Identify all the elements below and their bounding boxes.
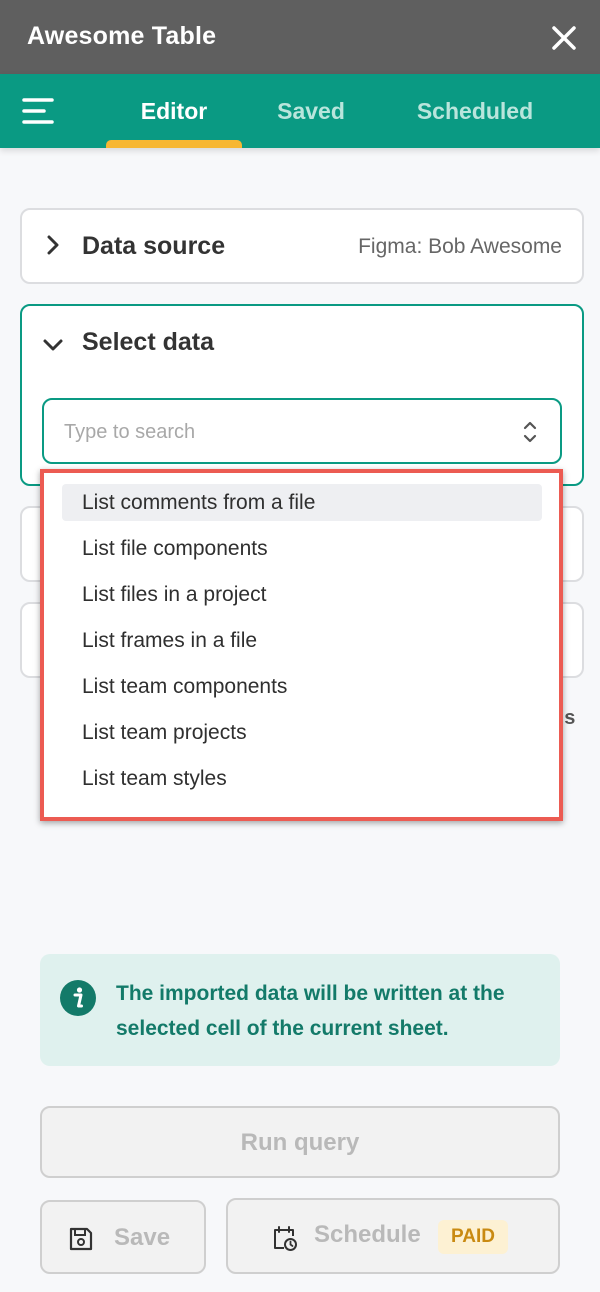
dropdown-option[interactable]: List team components bbox=[62, 668, 542, 705]
data-source-section[interactable]: Data source Figma: Bob Awesome bbox=[20, 208, 584, 284]
calendar-clock-icon bbox=[274, 1226, 297, 1251]
close-icon[interactable] bbox=[545, 19, 583, 57]
chevron-right-icon bbox=[47, 235, 59, 255]
tab-editor[interactable]: Editor bbox=[106, 98, 242, 125]
active-tab-indicator bbox=[106, 140, 242, 148]
search-input[interactable] bbox=[64, 418, 484, 446]
updown-icon[interactable] bbox=[520, 418, 540, 446]
options-dropdown: List comments from a file List file comp… bbox=[40, 469, 563, 821]
save-button[interactable]: Save bbox=[40, 1200, 206, 1274]
schedule-label: Schedule bbox=[314, 1221, 421, 1248]
chevron-down-icon[interactable] bbox=[42, 334, 64, 356]
dropdown-option[interactable]: List files in a project bbox=[62, 576, 542, 613]
info-icon bbox=[60, 980, 96, 1016]
menu-icon[interactable] bbox=[22, 94, 56, 128]
select-data-section: Select data bbox=[20, 304, 584, 486]
schedule-button[interactable]: Schedule PAID bbox=[226, 1198, 560, 1274]
dropdown-option[interactable]: List team projects bbox=[62, 714, 542, 751]
select-data-title: Select data bbox=[82, 328, 215, 356]
tab-saved[interactable]: Saved bbox=[262, 98, 360, 125]
dropdown-option[interactable]: List frames in a file bbox=[62, 622, 542, 659]
dropdown-option[interactable]: List comments from a file bbox=[62, 484, 542, 521]
run-query-button[interactable]: Run query bbox=[40, 1106, 560, 1178]
app-title: Awesome Table bbox=[27, 22, 217, 50]
dropdown-option[interactable]: List team styles bbox=[62, 760, 542, 797]
info-message: The imported data will be written at the… bbox=[116, 982, 505, 1040]
paid-badge: PAID bbox=[438, 1220, 508, 1254]
dropdown-option[interactable]: List file components bbox=[62, 530, 542, 567]
save-icon bbox=[69, 1227, 93, 1251]
info-box: The imported data will be written at the… bbox=[40, 954, 560, 1066]
save-label: Save bbox=[114, 1224, 171, 1251]
data-source-title: Data source bbox=[82, 232, 226, 260]
tab-scheduled[interactable]: Scheduled bbox=[396, 98, 554, 125]
search-combobox[interactable] bbox=[42, 398, 562, 464]
data-source-value: Figma: Bob Awesome bbox=[358, 235, 562, 258]
